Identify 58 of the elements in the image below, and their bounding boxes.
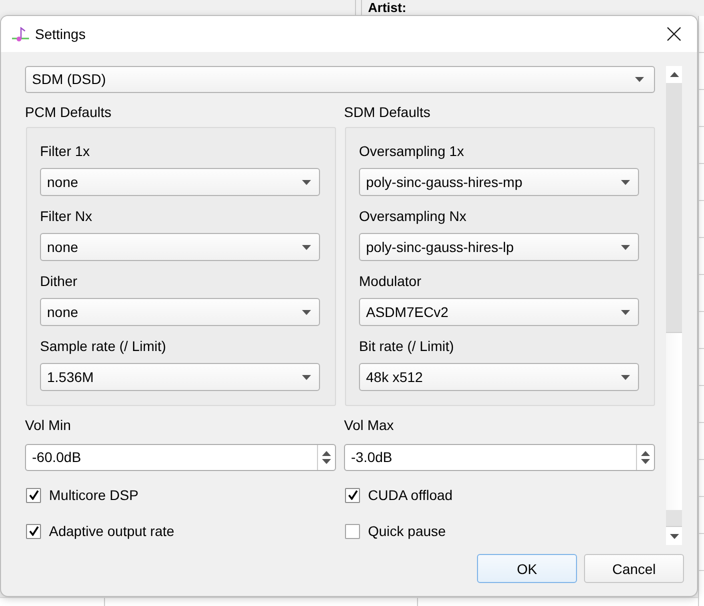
field-label: Filter Nx <box>40 208 92 225</box>
checkmark-icon <box>28 526 38 536</box>
artist-label: Artist: <box>368 1 406 15</box>
music-note-icon <box>12 26 29 42</box>
caret-icon <box>302 374 311 380</box>
dropdown[interactable]: none <box>40 168 320 196</box>
checkbox[interactable] <box>345 524 360 538</box>
field-label: Modulator <box>359 273 422 290</box>
caret-icon <box>302 180 311 184</box>
caret-icon <box>621 180 630 184</box>
close-icon <box>667 27 681 41</box>
dropdown[interactable]: none <box>40 233 320 261</box>
window-title: Settings <box>35 26 87 42</box>
down-arrow-icon[interactable] <box>670 534 678 538</box>
dropdown[interactable]: SDM (DSD) <box>25 66 655 93</box>
group-title: PCM Defaults <box>25 104 112 121</box>
spin-box[interactable]: -60.0dB <box>25 444 336 471</box>
checkbox-label[interactable]: CUDA offload <box>368 486 453 504</box>
up-arrow-icon[interactable] <box>641 451 650 456</box>
checkbox-label[interactable]: Quick pause <box>368 522 446 540</box>
up-arrow-icon[interactable] <box>670 72 678 77</box>
up-arrow-icon[interactable] <box>322 451 331 456</box>
caret-icon <box>621 374 630 380</box>
dropdown[interactable]: poly-sinc-gauss-hires-mp <box>359 168 639 196</box>
group-title: SDM Defaults <box>344 104 432 121</box>
dropdown[interactable]: poly-sinc-gauss-hires-lp <box>359 233 639 261</box>
scrollbar-thumb[interactable] <box>666 83 682 333</box>
caret-icon <box>635 77 644 82</box>
spin-box[interactable]: -3.0dB <box>344 444 655 471</box>
ok-button[interactable]: OK <box>477 554 577 583</box>
field-label: Vol Min <box>25 417 71 434</box>
field-label: Oversampling 1x <box>359 143 464 160</box>
field-label: Oversampling Nx <box>359 208 466 225</box>
dropdown[interactable]: none <box>40 298 320 326</box>
caret-icon <box>302 244 311 250</box>
checkbox[interactable] <box>26 524 41 538</box>
scrollbar-segment <box>666 510 682 527</box>
field-label: Sample rate (/ Limit) <box>40 338 166 355</box>
caret-icon <box>621 310 630 314</box>
caret-icon <box>621 244 630 250</box>
field-label: Bit rate (/ Limit) <box>359 338 454 355</box>
checkbox-label[interactable]: Adaptive output rate <box>49 522 174 540</box>
dropdown[interactable]: 48k x512 <box>359 363 639 391</box>
checkmark-icon <box>28 490 38 500</box>
checkbox[interactable] <box>345 488 360 502</box>
caret-icon <box>302 310 311 314</box>
cancel-button[interactable]: Cancel <box>584 554 684 583</box>
checkmark-icon <box>348 490 358 500</box>
field-label: Vol Max <box>344 417 394 434</box>
dropdown[interactable]: ASDM7ECv2 <box>359 298 639 326</box>
field-label: Dither <box>40 273 78 290</box>
checkbox-label[interactable]: Multicore DSP <box>49 486 138 504</box>
down-arrow-icon[interactable] <box>641 459 650 464</box>
checkbox[interactable] <box>26 488 41 502</box>
dropdown[interactable]: 1.536M <box>40 363 320 391</box>
vertical-scrollbar[interactable] <box>666 66 682 545</box>
down-arrow-icon[interactable] <box>322 459 331 464</box>
field-label: Filter 1x <box>40 143 90 160</box>
